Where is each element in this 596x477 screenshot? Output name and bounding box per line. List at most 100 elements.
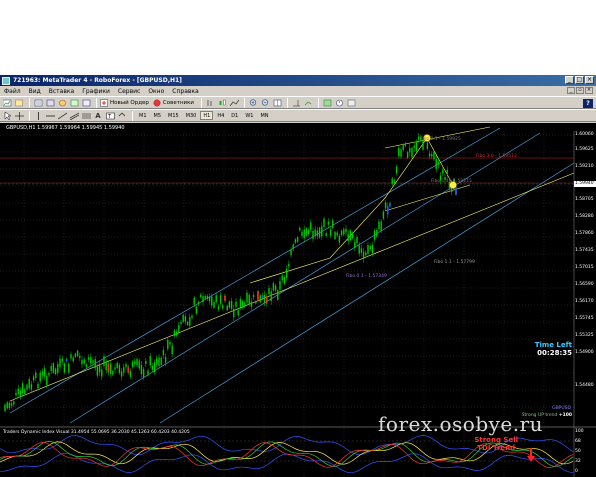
candle <box>26 384 28 390</box>
candle <box>252 295 255 298</box>
timeframe-d1[interactable]: D1 <box>228 111 241 120</box>
candle <box>39 372 41 382</box>
mdi-close-button[interactable]: × <box>585 87 593 94</box>
profiles-icon[interactable] <box>14 98 24 107</box>
timeframe-w1[interactable]: W1 <box>242 111 256 120</box>
candle <box>305 228 308 236</box>
timeframe-m5[interactable]: M5 <box>151 111 165 120</box>
close-button[interactable]: × <box>585 76 594 84</box>
indicators-icon[interactable] <box>322 98 332 107</box>
window-controls: _ □ × <box>565 76 594 84</box>
autoscroll-icon[interactable] <box>303 98 313 107</box>
candle <box>336 232 338 236</box>
watermark: forex.osobye.ru <box>378 412 544 436</box>
candle <box>395 166 398 174</box>
price-scale-label: 1.59625 <box>575 147 594 152</box>
vertical-line-icon[interactable] <box>33 111 43 120</box>
candle <box>160 357 162 365</box>
candle <box>391 178 393 185</box>
candle <box>68 363 70 373</box>
menu-tools[interactable]: Сервис <box>114 88 144 95</box>
candle <box>288 263 290 267</box>
candle <box>206 296 209 299</box>
mdi-minimize-button[interactable]: _ <box>567 87 575 94</box>
candle <box>345 228 347 233</box>
signal-candle <box>127 366 129 373</box>
tile-windows-icon[interactable] <box>272 98 282 107</box>
candle <box>402 145 404 151</box>
zoom-in-icon[interactable] <box>248 98 258 107</box>
equidistant-channel-icon[interactable] <box>69 111 79 120</box>
new-chart-icon[interactable] <box>2 98 12 107</box>
candle <box>204 295 206 299</box>
menu-window[interactable]: Окно <box>144 88 168 95</box>
timeframe-m30[interactable]: M30 <box>183 111 200 120</box>
menu-view[interactable]: Вид <box>25 88 45 95</box>
indicator-scale-label: 68 <box>575 439 581 444</box>
templates-icon[interactable] <box>346 98 356 107</box>
channel-line-middle <box>69 132 541 424</box>
candle <box>303 229 305 239</box>
arrows-icon[interactable] <box>117 111 127 120</box>
strong-trend-value: +100 <box>558 413 572 418</box>
timeframe-mn[interactable]: MN <box>257 111 271 120</box>
candle <box>369 246 371 250</box>
fibonacci-icon[interactable] <box>81 111 91 120</box>
timeframe-h4[interactable]: H4 <box>214 111 227 120</box>
candle <box>83 359 85 364</box>
maximize-button[interactable]: □ <box>575 76 584 84</box>
time-left-panel: Time Left 00:28:35 <box>535 341 572 357</box>
candle <box>153 362 156 373</box>
crosshair-icon[interactable] <box>14 111 24 120</box>
candle <box>329 229 332 236</box>
candle <box>274 285 277 291</box>
candle <box>142 369 145 378</box>
candle <box>217 306 220 310</box>
chart-area[interactable]: GBPUSD,H1 1.59967 1.59964 1.59945 1.5994… <box>0 123 596 477</box>
candle <box>70 354 72 359</box>
zoom-out-icon[interactable] <box>260 98 270 107</box>
text-label-icon[interactable]: T <box>105 111 115 120</box>
navigator-icon[interactable] <box>57 98 67 107</box>
candle <box>406 152 409 158</box>
timeframe-m15[interactable]: M15 <box>165 111 182 120</box>
expert-advisors-button[interactable]: Советники <box>153 99 194 107</box>
terminal-icon[interactable] <box>69 98 79 107</box>
candle <box>19 390 22 397</box>
timeframe-h1[interactable]: H1 <box>200 111 214 120</box>
menu-insert[interactable]: Вставка <box>45 88 78 95</box>
chart-shift-icon[interactable] <box>291 98 301 107</box>
candle <box>323 218 325 227</box>
metatrader-window: 721963: MetaTrader 4 - RoboForex - [GBPU… <box>0 75 596 477</box>
menu-file[interactable]: Файл <box>0 88 25 95</box>
candle <box>200 294 202 297</box>
periods-icon[interactable] <box>334 98 344 107</box>
price-scale-label: 1.59210 <box>575 164 594 169</box>
candle <box>362 251 365 259</box>
horizontal-line-icon[interactable] <box>45 111 55 120</box>
bar-chart-icon[interactable] <box>205 98 215 107</box>
candle <box>116 362 118 368</box>
new-order-button[interactable]: Новый Ордер <box>100 98 149 107</box>
data-window-icon[interactable] <box>45 98 55 107</box>
price-scale-label: 1.54480 <box>575 383 594 388</box>
candle <box>215 295 217 303</box>
mdi-restore-button[interactable]: ▫ <box>576 87 584 94</box>
app-icon <box>2 76 10 85</box>
menu-help[interactable]: Справка <box>168 88 202 95</box>
menu-charts[interactable]: Графики <box>78 88 114 95</box>
market-watch-icon[interactable] <box>33 98 43 107</box>
line-chart-icon[interactable] <box>229 98 239 107</box>
candle <box>343 229 345 235</box>
trendline-icon[interactable] <box>57 111 67 120</box>
help-icon[interactable]: ? <box>583 99 593 108</box>
minimize-button[interactable]: _ <box>565 76 574 84</box>
price-scale-label: 1.54900 <box>575 350 594 355</box>
timeframe-m1[interactable]: M1 <box>136 111 150 120</box>
cursor-icon[interactable] <box>2 111 12 120</box>
text-tool-icon[interactable]: A <box>93 111 103 120</box>
tester-icon[interactable] <box>81 98 91 107</box>
candle <box>171 345 173 355</box>
candle <box>268 288 270 295</box>
candlestick-chart-icon[interactable] <box>217 98 227 107</box>
